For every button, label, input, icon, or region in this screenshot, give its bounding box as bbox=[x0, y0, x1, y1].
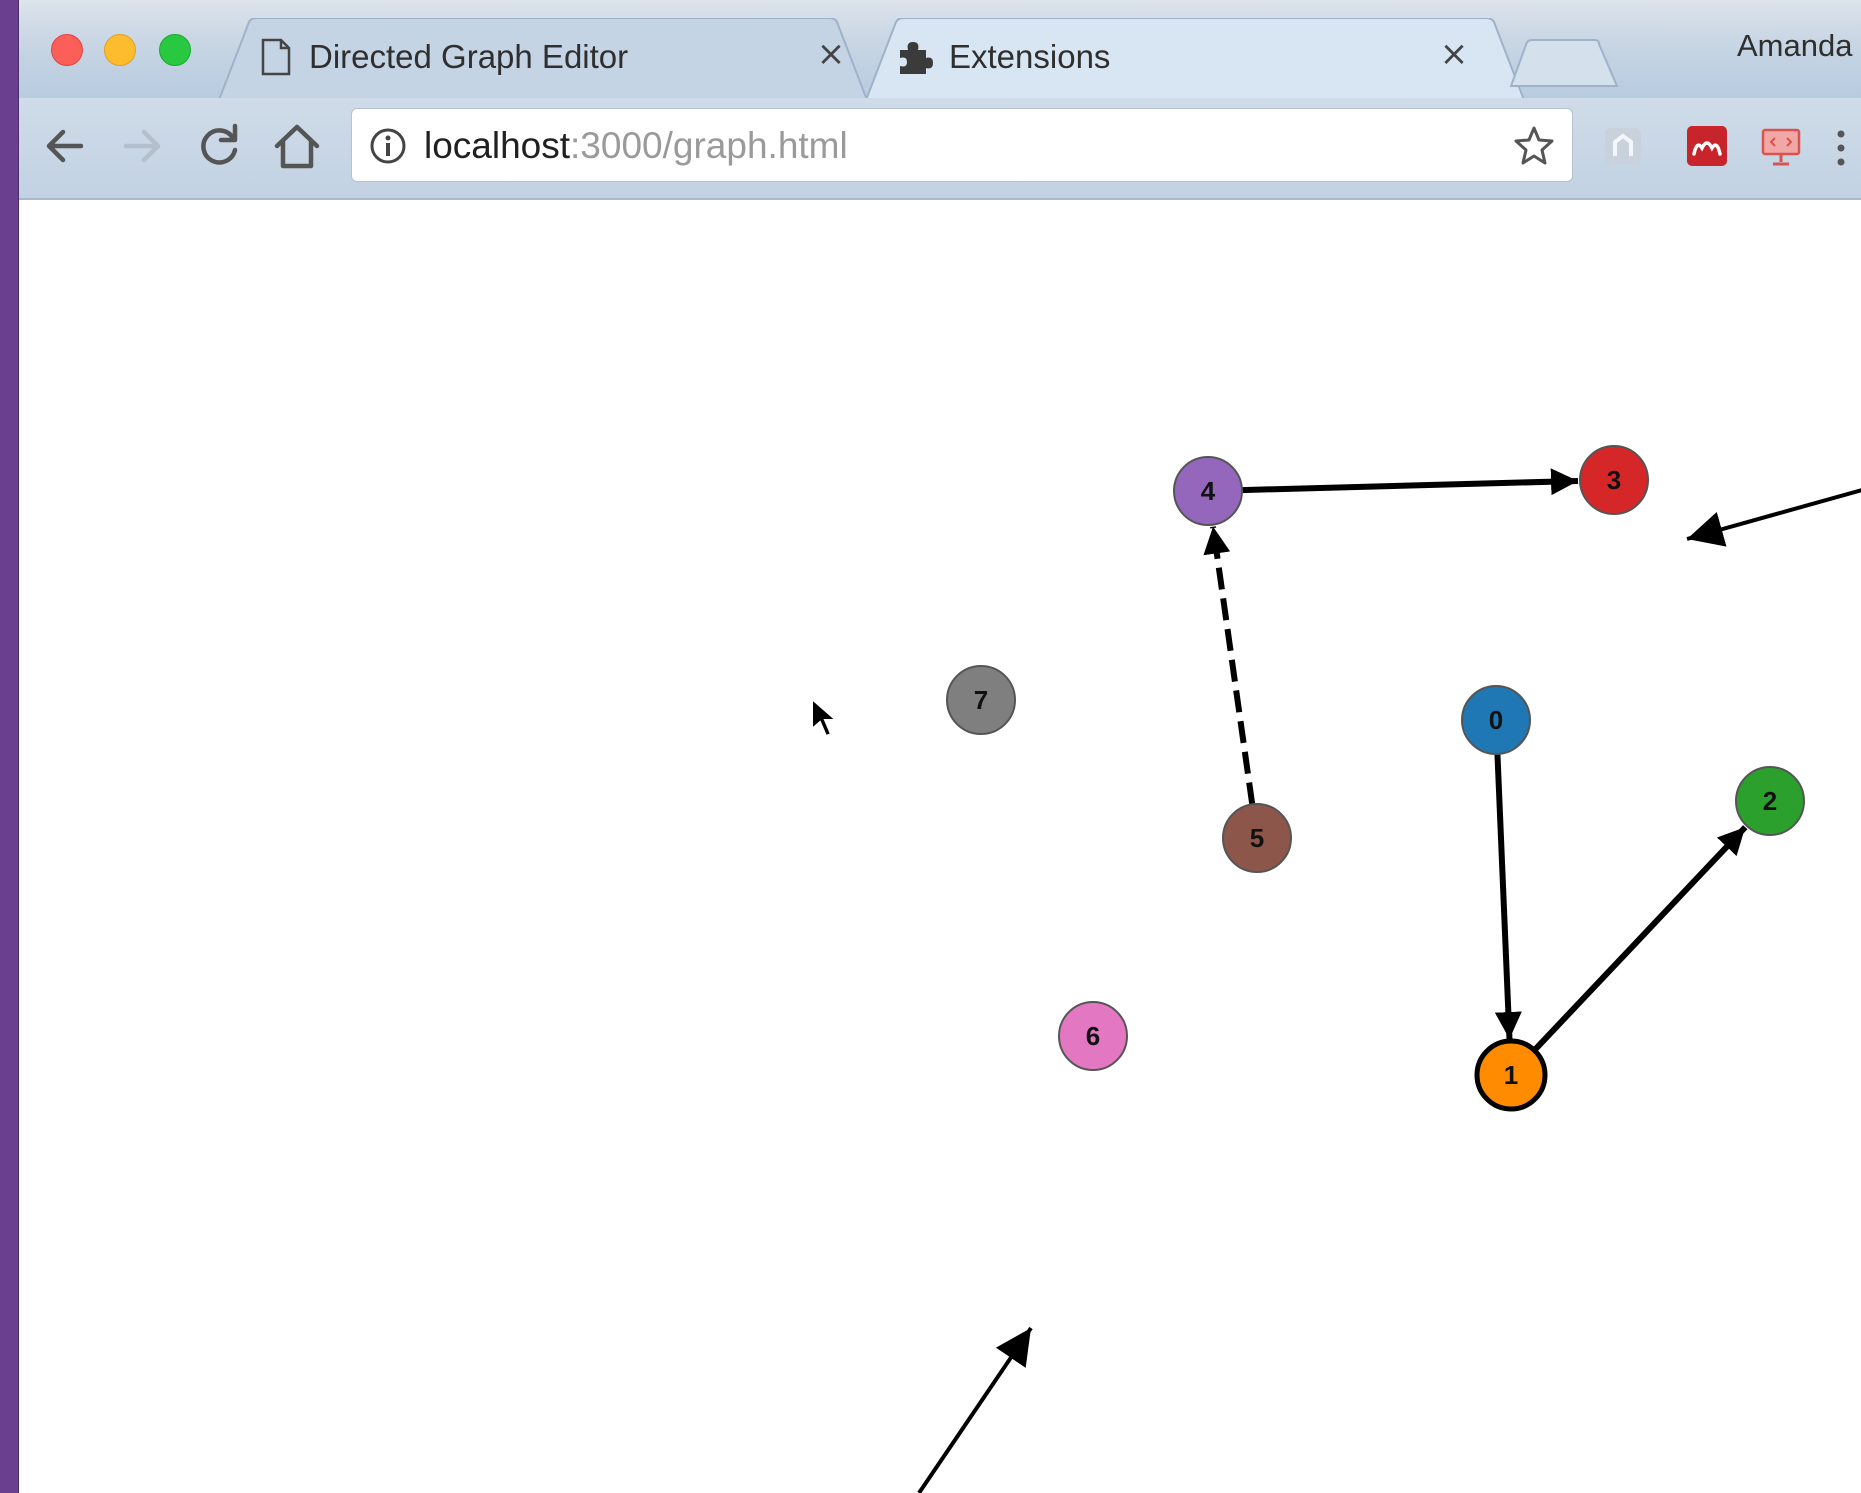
address-bar[interactable]: localhost:3000/graph.html bbox=[351, 108, 1573, 182]
graph-node-0[interactable]: 0 bbox=[1461, 685, 1531, 755]
url-text[interactable]: localhost:3000/graph.html bbox=[424, 125, 848, 167]
tab-strip: Directed Graph Editor × Extensions × Ama… bbox=[19, 0, 1861, 100]
window-minimize-button[interactable] bbox=[104, 34, 136, 66]
tab-title: Directed Graph Editor bbox=[309, 38, 629, 75]
page-icon bbox=[261, 38, 291, 76]
annotation-arrow-to-node-3 bbox=[1686, 488, 1861, 547]
edges-layer bbox=[1203, 468, 1748, 1053]
annotation-arrows bbox=[917, 488, 1861, 1493]
node-label: 5 bbox=[1250, 823, 1264, 853]
node-label: 4 bbox=[1201, 476, 1216, 506]
presentation-icon[interactable] bbox=[1759, 124, 1803, 168]
edge-5-to-4[interactable] bbox=[1203, 526, 1256, 805]
graph-node-2[interactable]: 2 bbox=[1735, 766, 1805, 836]
back-arrow-icon[interactable] bbox=[37, 118, 93, 174]
graph-node-5[interactable]: 5 bbox=[1222, 803, 1292, 873]
mendeley-icon[interactable] bbox=[1685, 124, 1729, 168]
edge-0-to-1[interactable] bbox=[1494, 753, 1522, 1040]
bookmark-star-icon[interactable] bbox=[1512, 124, 1556, 168]
edge-1-to-2[interactable] bbox=[1532, 825, 1748, 1053]
nodes-layer: 0 1 2 3 4 5 6 7 bbox=[946, 445, 1805, 1112]
tab-close-button[interactable]: × bbox=[811, 34, 851, 74]
tab-close-button[interactable]: × bbox=[1434, 34, 1474, 74]
home-icon[interactable] bbox=[269, 118, 325, 174]
menu-dots-icon[interactable] bbox=[1829, 124, 1853, 172]
annotation-arrow-to-node-6 bbox=[917, 1326, 1033, 1493]
puzzle-icon bbox=[900, 42, 933, 74]
tab-directed-graph-editor[interactable]: Directed Graph Editor × bbox=[219, 18, 867, 100]
node-label: 2 bbox=[1763, 786, 1777, 816]
node-label: 7 bbox=[974, 685, 988, 715]
profile-name[interactable]: Amanda bbox=[1737, 28, 1852, 64]
graph-node-1[interactable]: 1 bbox=[1474, 1038, 1548, 1112]
graph-node-7[interactable]: 7 bbox=[946, 665, 1016, 735]
url-host: localhost bbox=[424, 125, 571, 166]
toolbar: localhost:3000/graph.html bbox=[19, 98, 1861, 200]
url-path: :3000/graph.html bbox=[570, 125, 848, 166]
mouse-cursor-icon bbox=[811, 697, 839, 738]
node-label: 3 bbox=[1607, 465, 1621, 495]
forward-arrow-icon[interactable] bbox=[114, 118, 170, 174]
reload-icon[interactable] bbox=[191, 118, 247, 174]
new-tab-button[interactable] bbox=[1509, 38, 1619, 88]
graph-editor-canvas[interactable]: 0 1 2 3 4 5 6 7 bbox=[19, 200, 1861, 1493]
node-label: 6 bbox=[1086, 1021, 1100, 1051]
browser-window: Directed Graph Editor × Extensions × Ama… bbox=[18, 0, 1861, 1493]
window-maximize-button[interactable] bbox=[159, 34, 191, 66]
graph-svg[interactable]: 0 1 2 3 4 5 6 7 bbox=[19, 200, 1861, 1493]
tab-extensions[interactable]: Extensions × bbox=[866, 18, 1526, 100]
graph-node-3[interactable]: 3 bbox=[1579, 445, 1649, 515]
info-icon[interactable] bbox=[368, 126, 408, 166]
graph-node-6[interactable]: 6 bbox=[1058, 1001, 1128, 1071]
extension-icon[interactable] bbox=[1601, 124, 1645, 168]
edge-4-to-3[interactable] bbox=[1241, 468, 1579, 496]
graph-node-4[interactable]: 4 bbox=[1173, 456, 1243, 526]
window-close-button[interactable] bbox=[51, 34, 83, 66]
node-label: 0 bbox=[1489, 705, 1503, 735]
node-label: 1 bbox=[1504, 1060, 1518, 1090]
tab-title: Extensions bbox=[949, 38, 1111, 75]
